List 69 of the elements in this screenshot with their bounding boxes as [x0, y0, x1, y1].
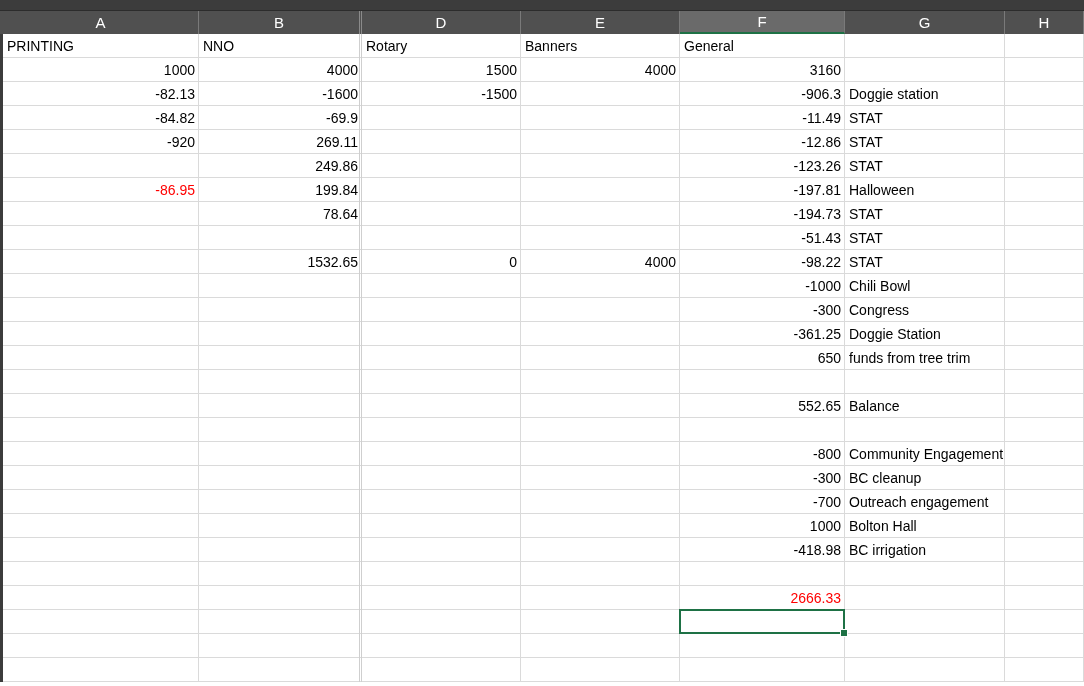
table-cell-text: -197.81 [792, 180, 842, 200]
table-cell-text: 3160 [808, 60, 842, 80]
table-cell-text: 2666.33 [789, 588, 842, 608]
table-cell-text: -1000 [804, 276, 842, 296]
table-cell-text: Doggie station [848, 84, 940, 104]
fill-handle[interactable] [840, 629, 848, 637]
table-cell-text: Congress [848, 300, 910, 320]
table-cell-text: STAT [848, 228, 884, 248]
table-cell-text: NNO [202, 36, 236, 56]
column-header[interactable]: A [3, 11, 199, 34]
table-cell-text: BC irrigation [848, 540, 928, 560]
table-cell-text: Balance [848, 396, 901, 416]
table-cell-text: 650 [816, 348, 842, 368]
table-cell-text: General [683, 36, 735, 56]
table-cell-text: 249.86 [314, 156, 359, 176]
table-cell-text: 0 [508, 252, 518, 272]
table-cell-text: Halloween [848, 180, 916, 200]
table-cell-text: -300 [811, 468, 842, 488]
table-cell-text: 552.65 [797, 396, 842, 416]
table-cell-text: funds from tree trim [848, 348, 972, 368]
table-cell-text: -920 [165, 132, 196, 152]
table-cell-text: -12.86 [800, 132, 842, 152]
table-cell-text: STAT [848, 204, 884, 224]
table-cell-text: Community Engagement [848, 444, 1005, 464]
table-cell-text: 269.11 [315, 132, 359, 152]
selected-cell[interactable] [679, 609, 845, 634]
table-cell-text: 4000 [325, 60, 359, 80]
table-cell-text: -906.3 [800, 84, 842, 104]
table-cell-text: -300 [811, 300, 842, 320]
table-cell-text: -1500 [480, 84, 518, 104]
table-cell-text: 4000 [643, 60, 677, 80]
table-cell-text: 1000 [162, 60, 196, 80]
table-cell-text: STAT [848, 132, 884, 152]
column-header[interactable]: B [199, 11, 362, 34]
table-cell-text: -84.82 [154, 108, 196, 128]
table-cell-text: Doggie Station [848, 324, 942, 344]
table-cell-text: -69.9 [325, 108, 359, 128]
table-cell-text: Banners [524, 36, 579, 56]
table-cell-text: 1000 [808, 516, 842, 536]
table-cell-text: -51.43 [800, 228, 842, 248]
table-cell-text: -123.26 [792, 156, 842, 176]
table-cell-text: -98.22 [800, 252, 842, 272]
table-cell-text: PRINTING [6, 36, 75, 56]
table-cell-text: -418.98 [792, 540, 842, 560]
table-cell-text: -361.25 [792, 324, 842, 344]
table-cell-text: Bolton Hall [848, 516, 918, 536]
table-cell-text: -700 [811, 492, 842, 512]
table-cell-text: -1600 [321, 84, 359, 104]
table-cell-text: Chili Bowl [848, 276, 912, 296]
table-cell-text: STAT [848, 252, 884, 272]
table-cell-text: STAT [848, 156, 884, 176]
column-header[interactable]: H [1005, 11, 1084, 34]
column-header[interactable]: G [845, 11, 1005, 34]
column-header[interactable]: F [680, 11, 845, 34]
table-cell-text: -86.95 [154, 180, 196, 200]
table-cell-text: Outreach engagement [848, 492, 990, 512]
table-cell-text: Rotary [365, 36, 409, 56]
table-cell-text: 4000 [643, 252, 677, 272]
table-cell-text: 1532.65 [306, 252, 359, 272]
table-cell-text: BC cleanup [848, 468, 923, 488]
table-cell-text: -800 [811, 444, 842, 464]
table-cell-text: 78.64 [321, 204, 359, 224]
table-cell-text: -194.73 [792, 204, 842, 224]
table-cell-text: 199.84 [314, 180, 359, 200]
table-cell-text: 1500 [484, 60, 518, 80]
column-header[interactable]: D [362, 11, 521, 34]
table-cell-text: STAT [848, 108, 884, 128]
table-cell-text: -82.13 [154, 84, 196, 104]
table-cell-text: -11.49 [801, 108, 842, 128]
